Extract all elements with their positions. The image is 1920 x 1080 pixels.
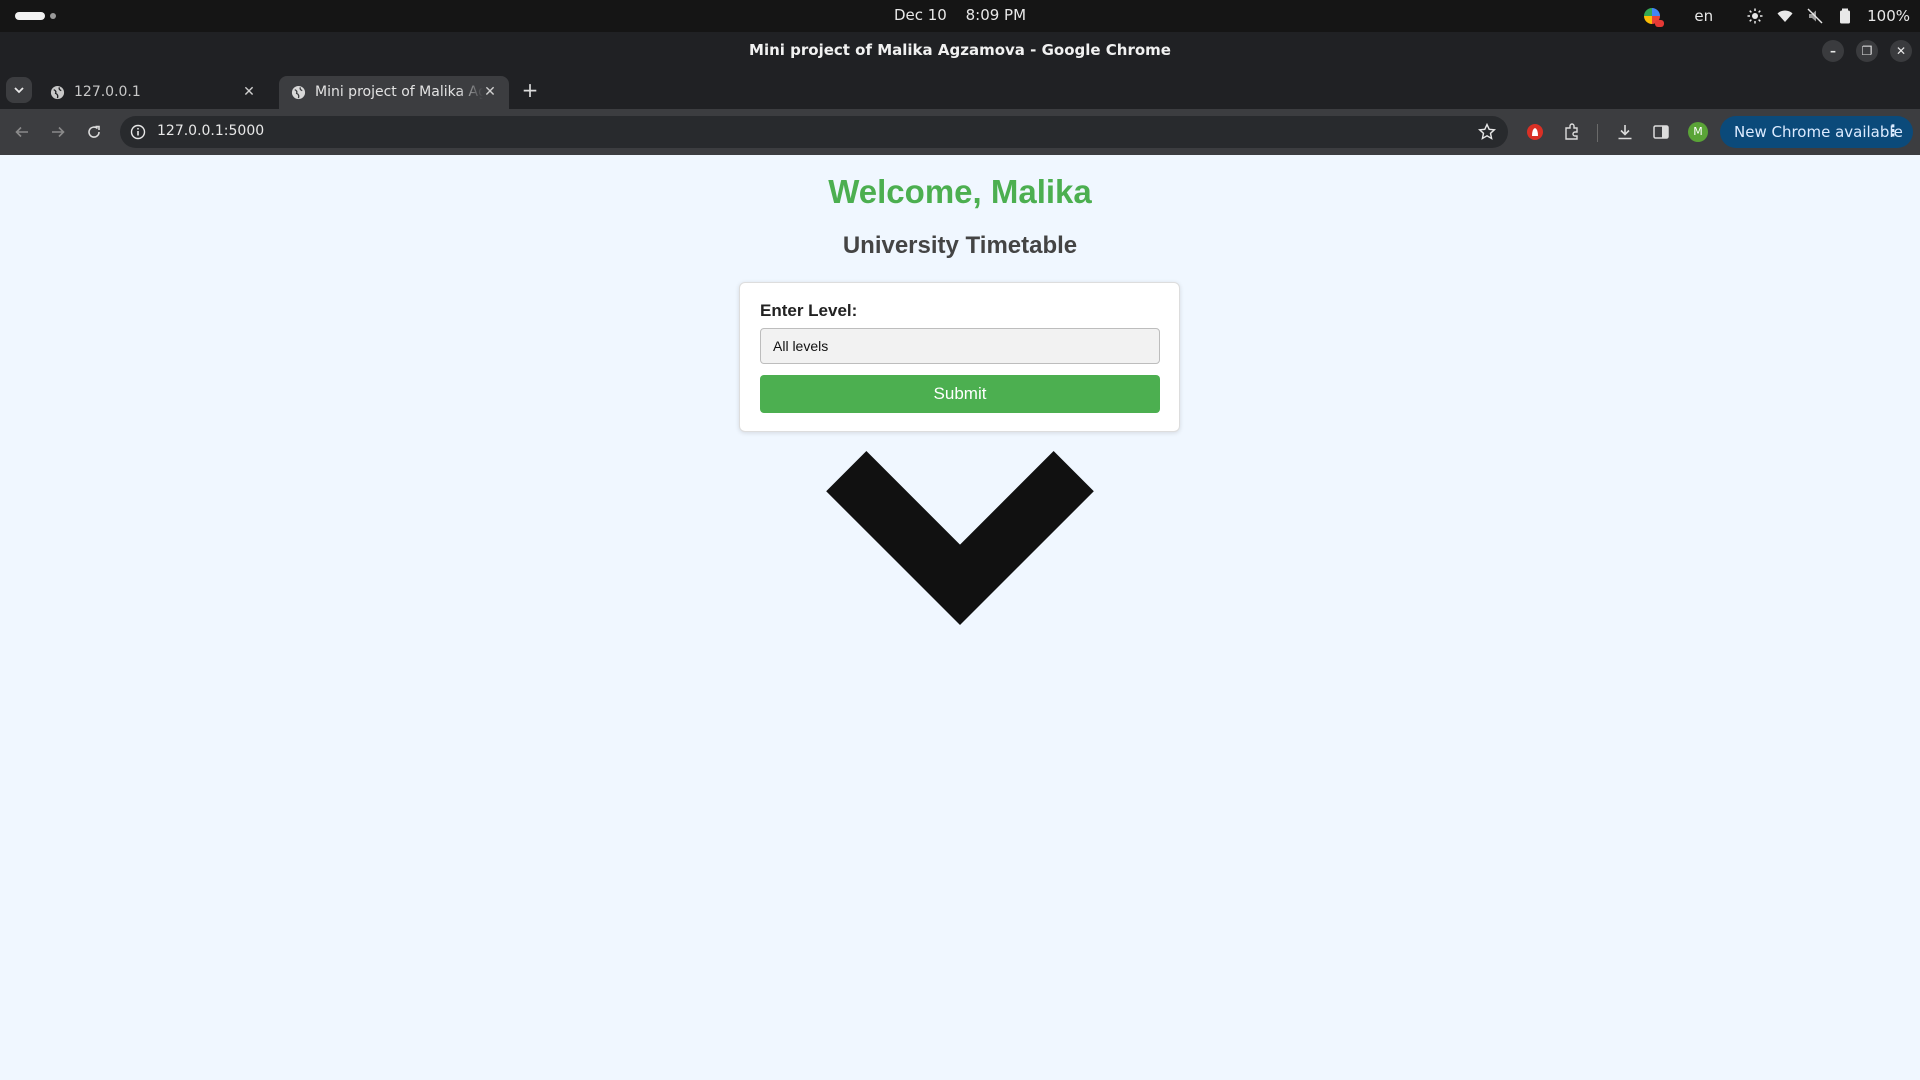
brightness-icon[interactable] (1747, 8, 1763, 24)
chevron-down-icon (14, 87, 24, 94)
profile-avatar[interactable]: M (1688, 122, 1708, 142)
arrow-right-icon (52, 126, 65, 138)
battery-icon[interactable] (1837, 8, 1853, 24)
window-title: Mini project of Malika Agzamova - Google… (749, 41, 1171, 59)
tab-mini-project[interactable]: Mini project of Malika Agzamova ✕ (279, 76, 509, 109)
back-button[interactable] (10, 120, 34, 144)
reload-button[interactable] (82, 120, 106, 144)
site-info-icon[interactable] (130, 124, 146, 140)
level-label: Enter Level: (760, 301, 858, 320)
tab-strip: 127.0.0.1 ✕ Mini project of Malika Agzam… (0, 68, 1920, 109)
globe-icon (291, 85, 306, 100)
welcome-heading: Welcome, Malika (828, 173, 1092, 210)
toolbar-divider (1597, 124, 1598, 142)
tab-localhost[interactable]: 127.0.0.1 ✕ (38, 76, 268, 109)
chrome-tray-icon[interactable] (1644, 8, 1665, 27)
reload-icon (88, 125, 100, 138)
address-bar[interactable]: 127.0.0.1:5000 (120, 116, 1508, 148)
os-date: Dec 10 (893, 6, 947, 24)
page-viewport: Welcome, Malika University Timetable Ent… (0, 155, 1920, 1080)
tab-close-icon[interactable]: ✕ (240, 83, 258, 101)
arrow-left-icon (15, 126, 28, 138)
tab-label: Mini project of Malika Agzamova (315, 84, 483, 100)
wifi-icon[interactable] (1777, 8, 1793, 24)
language-indicator[interactable]: en (1694, 7, 1713, 25)
tab-label: 127.0.0.1 (74, 84, 141, 100)
update-label: New Chrome available (1734, 123, 1903, 141)
extension-red-icon[interactable] (1524, 121, 1546, 143)
submit-button[interactable]: Submit (760, 375, 1160, 413)
battery-percent: 100% (1867, 7, 1910, 25)
system-tray: en 100% (1644, 0, 1910, 32)
level-select-value: All levels (773, 338, 829, 354)
tab-search-button[interactable] (6, 77, 32, 103)
bookmark-star-icon[interactable] (1478, 123, 1496, 141)
close-icon[interactable]: ✕ (1890, 40, 1912, 62)
downloads-icon[interactable] (1614, 121, 1636, 143)
os-clock[interactable]: Dec 10 8:09 PM (0, 6, 1920, 24)
level-form-card: Enter Level: All levels Submit (739, 282, 1180, 626)
minimize-icon[interactable]: – (1822, 40, 1844, 62)
forward-button[interactable] (46, 120, 70, 144)
tab-close-icon[interactable]: ✕ (481, 83, 499, 101)
kebab-menu-icon: ⋮ (1885, 121, 1901, 140)
url-text: 127.0.0.1:5000 (157, 123, 265, 139)
os-top-bar: Dec 10 8:09 PM en 100% (0, 0, 1920, 32)
os-time: 8:09 PM (965, 6, 1027, 24)
browser-toolbar: 127.0.0.1:5000 M New Chrome available ⋮ (0, 109, 1920, 155)
extensions-puzzle-icon[interactable] (1561, 121, 1583, 143)
level-select[interactable]: All levels (760, 328, 1160, 626)
window-titlebar: Mini project of Malika Agzamova - Google… (0, 32, 1920, 68)
restore-icon[interactable]: ❐ (1856, 40, 1878, 62)
volume-muted-icon[interactable] (1807, 8, 1823, 24)
new-tab-button[interactable]: + (519, 80, 541, 102)
page-subtitle: University Timetable (842, 232, 1078, 259)
new-chrome-available-button[interactable]: New Chrome available ⋮ (1720, 116, 1913, 148)
globe-icon (50, 85, 65, 100)
side-panel-icon[interactable] (1650, 121, 1672, 143)
